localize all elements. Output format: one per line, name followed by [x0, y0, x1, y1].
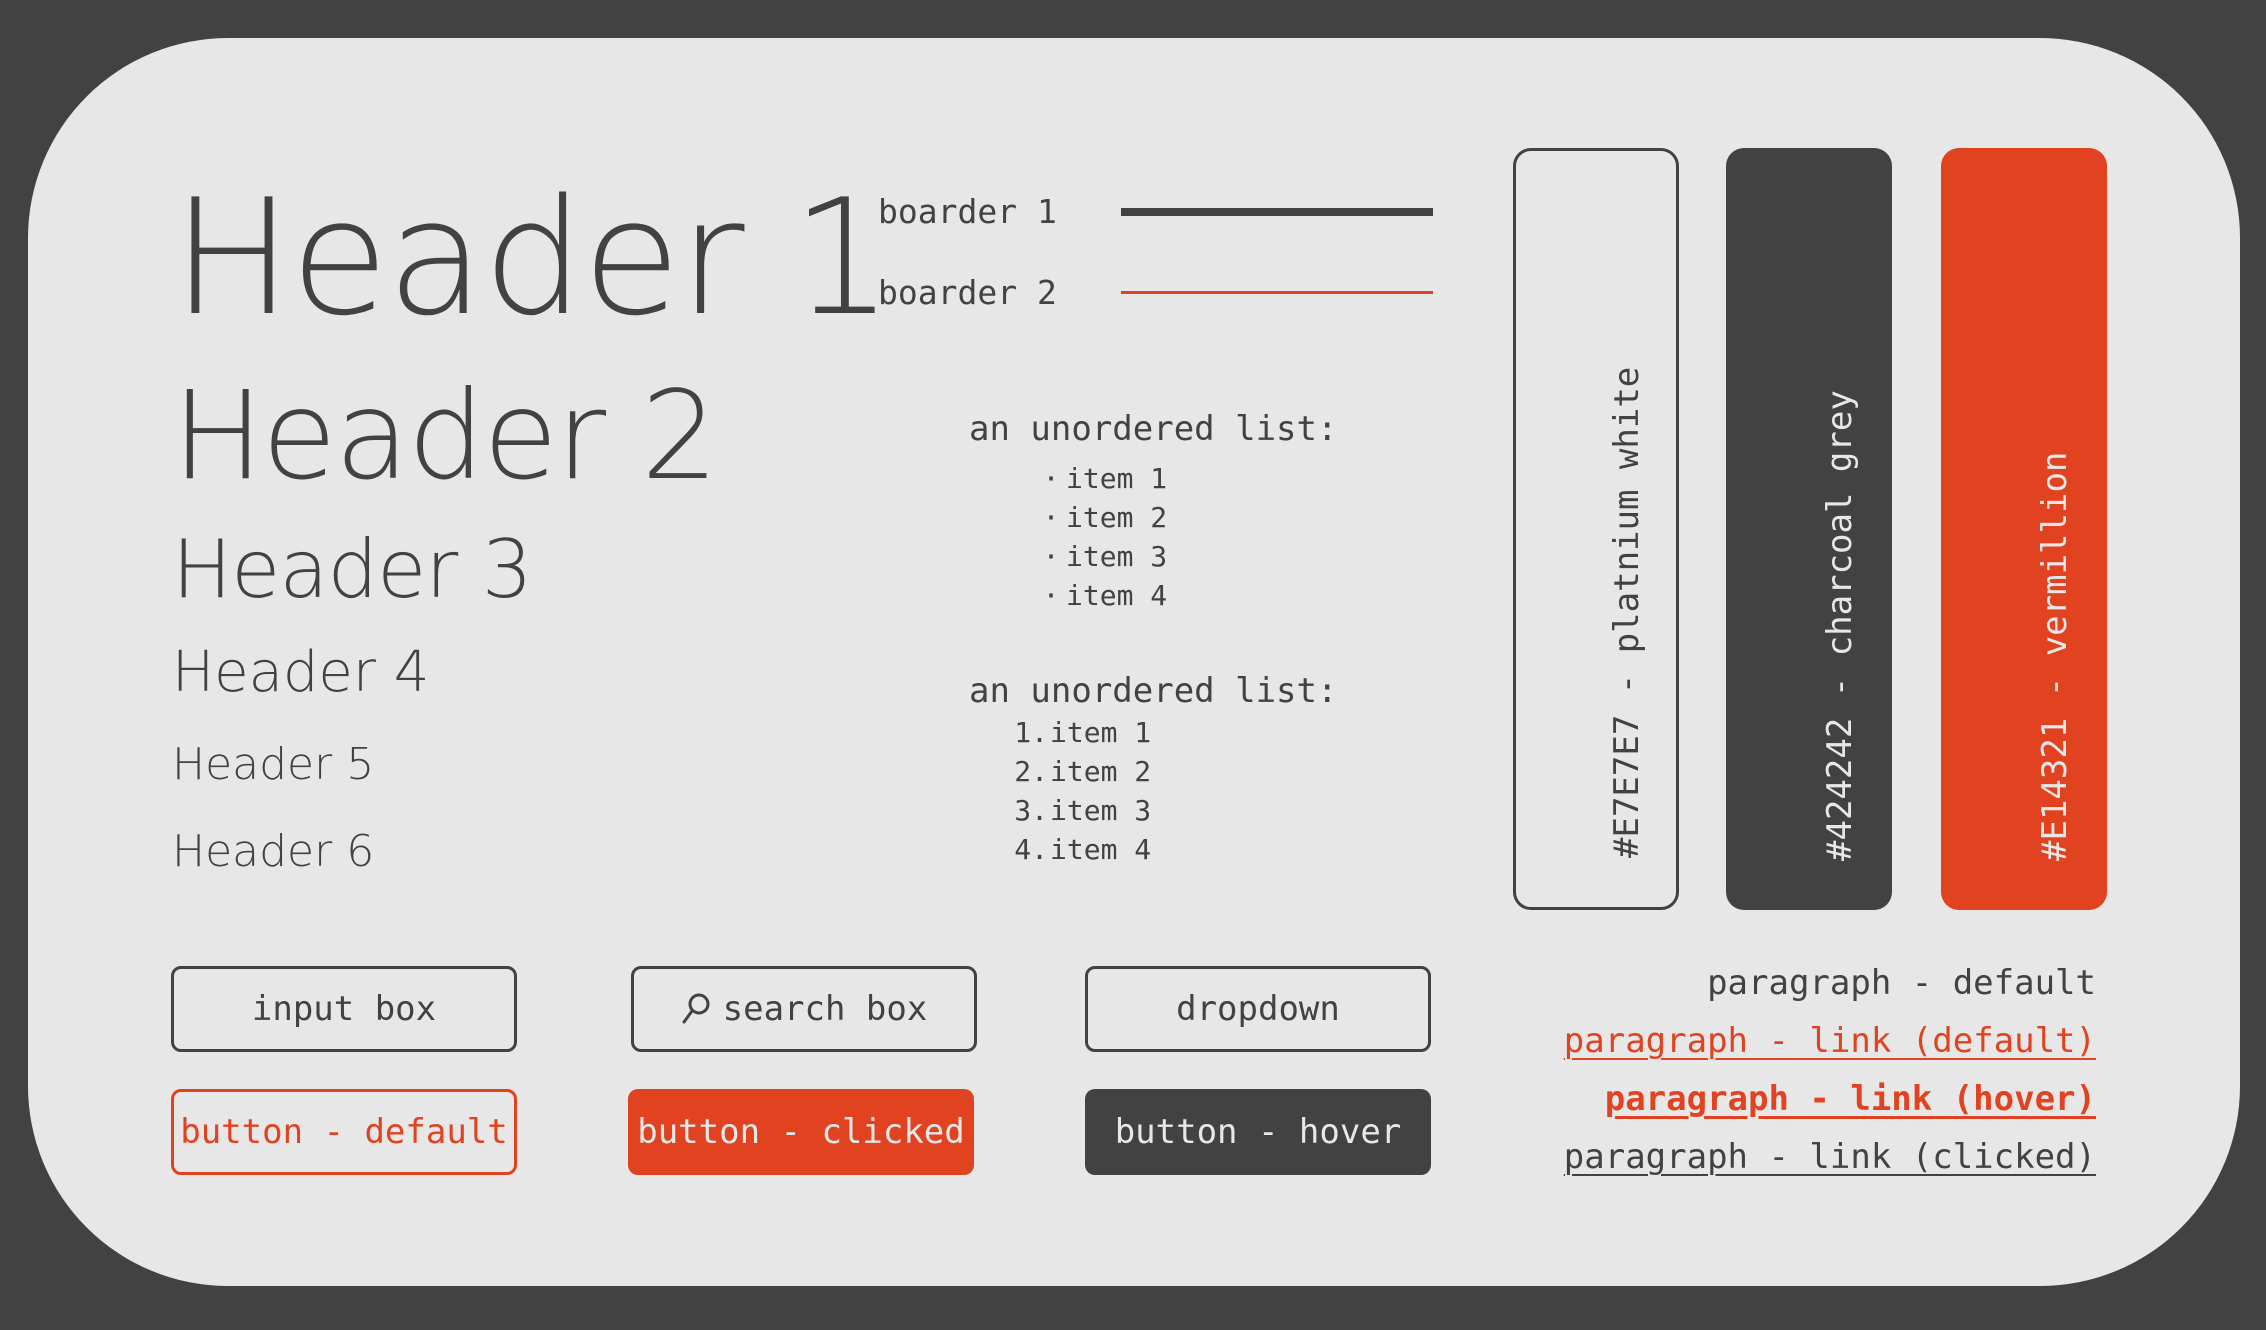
button-default[interactable]: button - default: [171, 1089, 517, 1175]
paragraph-link-default[interactable]: paragraph - link (default): [1564, 1024, 2096, 1058]
input-box[interactable]: input box: [171, 966, 517, 1052]
header-5: Header 5: [172, 739, 375, 790]
dropdown[interactable]: dropdown: [1085, 966, 1431, 1052]
search-icon: [682, 993, 710, 1024]
swatch-platinum-white: #E7E7E7 - platnium white: [1513, 148, 1679, 910]
swatch-label: #E7E7E7 - platnium white: [1607, 366, 1647, 858]
list-item: item 1: [1036, 459, 1167, 498]
swatch-label: #424242 - charcoal grey: [1820, 390, 1860, 861]
search-box[interactable]: search box: [631, 966, 977, 1052]
paragraph-default: paragraph - default: [1707, 963, 2096, 1003]
border-1-label: boarder 1: [878, 192, 1057, 231]
list-number: 2.: [1014, 755, 1048, 788]
border-2-line: [1121, 291, 1433, 294]
list-item: item 4: [1036, 576, 1167, 615]
header-3: Header 3: [172, 523, 533, 616]
border-2-label: boarder 2: [878, 273, 1057, 312]
button-hover-label: button - hover: [1114, 1112, 1402, 1152]
header-2: Header 2: [172, 365, 719, 507]
header-1: Header 1: [172, 164, 893, 351]
dropdown-label: dropdown: [1176, 989, 1340, 1029]
unordered-list-title: an unordered list:: [969, 409, 1338, 449]
button-default-label: button - default: [180, 1112, 508, 1152]
button-clicked[interactable]: button - clicked: [628, 1089, 974, 1175]
paragraph-link-clicked[interactable]: paragraph - link (clicked): [1564, 1140, 2096, 1174]
list-item: 2.item 2: [998, 752, 1151, 791]
swatch-label: #E14321 - vermillion: [2035, 451, 2075, 861]
swatch-charcoal-grey: #424242 - charcoal grey: [1726, 148, 1892, 910]
list-number: 4.: [1014, 833, 1048, 866]
list-text: item 4: [1050, 833, 1152, 866]
border-1-line: [1121, 208, 1433, 216]
search-box-label: search box: [722, 989, 928, 1029]
ordered-list: 1.item 1 2.item 2 3.item 3 4.item 4: [998, 713, 1151, 869]
header-6: Header 6: [172, 826, 375, 877]
list-item: item 3: [1036, 537, 1167, 576]
unordered-list: item 1 item 2 item 3 item 4: [1036, 459, 1167, 615]
button-clicked-label: button - clicked: [637, 1112, 965, 1152]
list-number: 3.: [1014, 794, 1048, 827]
list-item: 3.item 3: [998, 791, 1151, 830]
list-item: 4.item 4: [998, 830, 1151, 869]
button-hover[interactable]: button - hover: [1085, 1089, 1431, 1175]
list-item: item 2: [1036, 498, 1167, 537]
ordered-list-title: an unordered list:: [969, 671, 1338, 711]
paragraph-link-hover[interactable]: paragraph - link (hover): [1605, 1082, 2096, 1116]
header-4: Header 4: [172, 640, 430, 705]
list-text: item 2: [1050, 755, 1152, 788]
input-box-label: input box: [251, 989, 437, 1029]
list-text: item 1: [1050, 716, 1152, 749]
list-item: 1.item 1: [998, 713, 1151, 752]
list-text: item 3: [1050, 794, 1152, 827]
swatch-vermillion: #E14321 - vermillion: [1941, 148, 2107, 910]
list-number: 1.: [1014, 716, 1048, 749]
